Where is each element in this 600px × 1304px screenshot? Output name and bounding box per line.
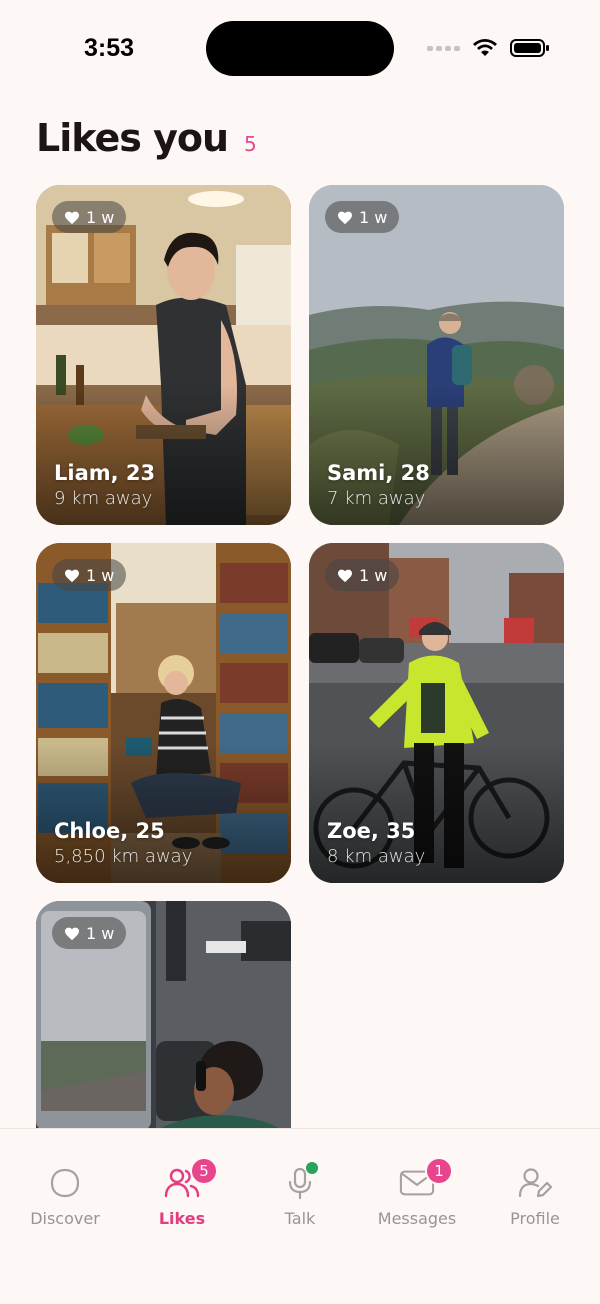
profile-distance: 8 km away — [327, 846, 426, 867]
profile-name: Liam, 23 — [54, 461, 156, 485]
discover-icon — [47, 1165, 83, 1201]
bottom-nav: Discover 5 Likes Talk 1 Messages Profile — [0, 1128, 600, 1304]
nav-label: Likes — [158, 1209, 206, 1228]
profile-distance: 9 km away — [54, 488, 153, 509]
profile-name: Zoe, 35 — [327, 819, 416, 843]
online-dot — [306, 1162, 318, 1174]
like-card-zoe[interactable]: 1 w Zoe, 35 8 km away — [309, 543, 564, 883]
heart-icon — [338, 569, 352, 582]
likes-badge: 5 — [190, 1157, 218, 1185]
liked-time-pill: 1 w — [325, 559, 400, 591]
like-card-liam[interactable]: 1 w Liam, 23 9 km away — [36, 185, 291, 525]
cellular-signal-icon — [427, 45, 460, 51]
profile-distance: 5,850 km away — [54, 846, 193, 867]
page-title: Likes you — [36, 116, 229, 160]
liked-time-pill: 1 w — [325, 201, 400, 233]
dynamic-island — [206, 21, 394, 76]
liked-time: 1 w — [359, 565, 388, 585]
liked-time: 1 w — [359, 207, 388, 227]
profile-distance: 7 km away — [327, 488, 426, 509]
page-header: Likes you 5 — [36, 116, 257, 160]
nav-profile[interactable]: Profile — [480, 1165, 590, 1228]
liked-time-pill: 1 w — [52, 917, 127, 949]
heart-icon — [65, 569, 79, 582]
nav-messages[interactable]: 1 Messages — [362, 1157, 472, 1228]
nav-likes[interactable]: 5 Likes — [127, 1157, 237, 1228]
liked-time: 1 w — [86, 923, 115, 943]
profile-name: Sami, 28 — [327, 461, 430, 485]
battery-icon — [510, 39, 549, 57]
liked-time-pill: 1 w — [52, 201, 127, 233]
likes-count: 5 — [244, 132, 257, 156]
nav-label: Profile — [510, 1209, 560, 1228]
liked-time-pill: 1 w — [52, 559, 127, 591]
status-bar: 3:53 — [0, 0, 600, 100]
heart-icon — [65, 211, 79, 224]
nav-talk[interactable]: Talk — [245, 1162, 355, 1228]
envelope-icon: 1 — [399, 1157, 453, 1201]
heart-icon — [338, 211, 352, 224]
wifi-icon — [473, 39, 497, 56]
nav-label: Discover — [30, 1209, 100, 1228]
liked-time: 1 w — [86, 565, 115, 585]
liked-time: 1 w — [86, 207, 115, 227]
nav-label: Messages — [377, 1209, 457, 1228]
profile-icon — [517, 1165, 553, 1201]
nav-label: Talk — [284, 1209, 316, 1228]
profile-name: Chloe, 25 — [54, 819, 165, 843]
status-time: 3:53 — [84, 34, 135, 62]
heart-icon — [65, 927, 79, 940]
nav-discover[interactable]: Discover — [10, 1165, 120, 1228]
like-card-chloe[interactable]: 1 w Chloe, 25 5,850 km away — [36, 543, 291, 883]
like-card-sami[interactable]: 1 w Sami, 28 7 km away — [309, 185, 564, 525]
likes-icon: 5 — [164, 1157, 218, 1201]
microphone-icon — [282, 1162, 318, 1201]
messages-badge: 1 — [425, 1157, 453, 1185]
status-icons — [427, 36, 550, 60]
